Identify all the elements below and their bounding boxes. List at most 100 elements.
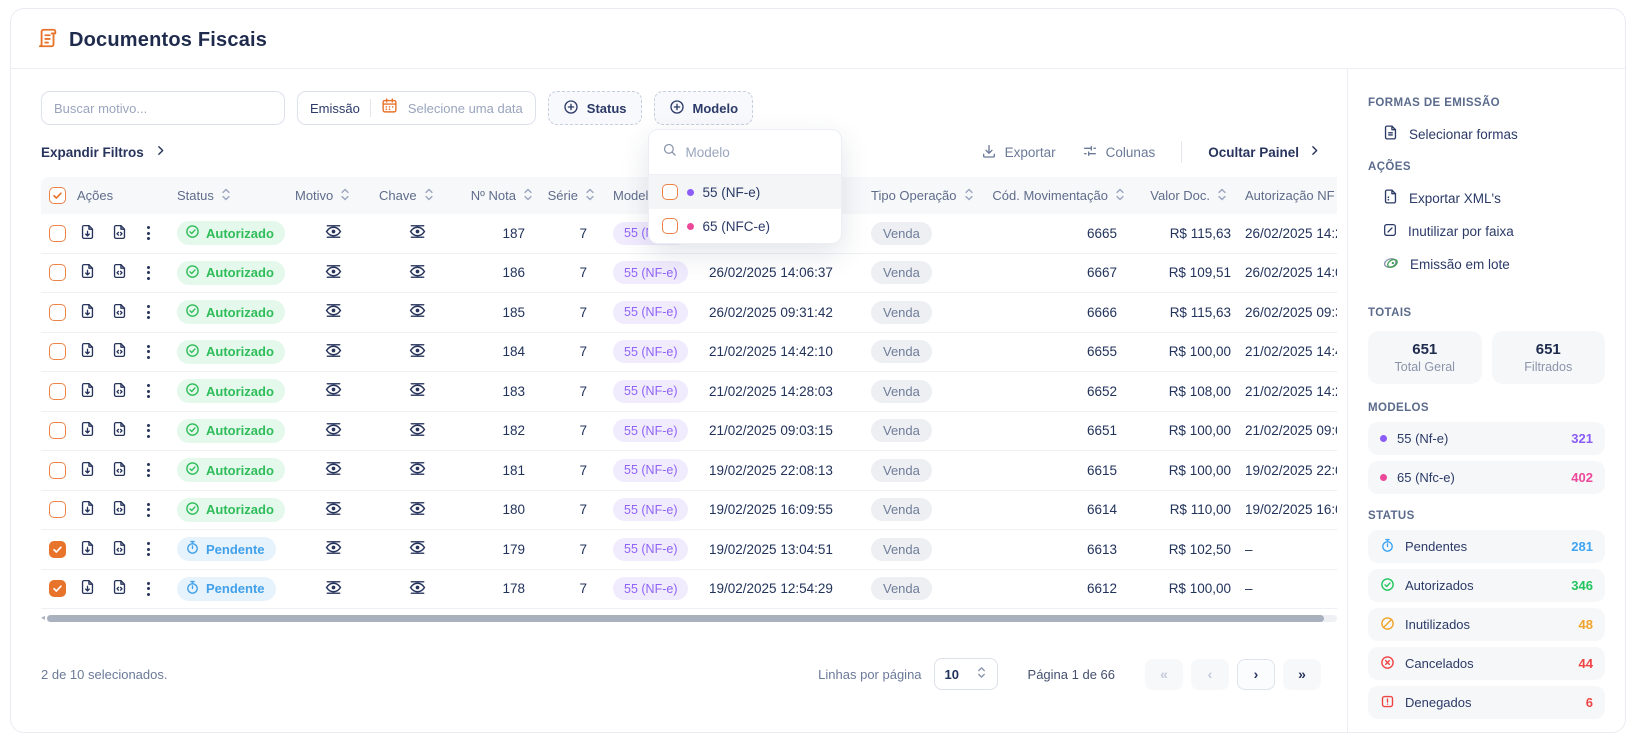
sort-icon[interactable]	[1115, 187, 1125, 205]
first-page-button[interactable]: «	[1145, 659, 1183, 690]
download-xml-icon[interactable]	[111, 539, 128, 560]
next-page-button[interactable]: ›	[1237, 659, 1275, 690]
option-checkbox[interactable]	[662, 184, 678, 200]
column-header-s-rie[interactable]: Série	[547, 187, 609, 205]
view-motivo-icon[interactable]	[324, 342, 343, 362]
download-xml-icon[interactable]	[111, 381, 128, 402]
sort-icon[interactable]	[585, 187, 595, 205]
batch-emission-button[interactable]: Emissão em lote	[1368, 248, 1605, 281]
search-motivo-field[interactable]	[54, 101, 272, 116]
emission-date-filter[interactable]: Emissão Selecione uma data	[297, 91, 536, 125]
select-all-checkbox[interactable]	[49, 187, 66, 204]
row-menu-icon[interactable]	[143, 540, 154, 558]
rows-per-page-select[interactable]: 10	[934, 658, 998, 690]
export-button[interactable]: Exportar	[981, 143, 1056, 162]
download-xml-icon[interactable]	[111, 578, 128, 599]
sort-icon[interactable]	[964, 187, 974, 205]
download-xml-icon[interactable]	[111, 302, 128, 323]
download-pdf-icon[interactable]	[79, 499, 96, 520]
search-motivo-input[interactable]	[41, 91, 285, 125]
row-checkbox[interactable]	[49, 304, 66, 321]
row-menu-icon[interactable]	[143, 501, 154, 519]
view-chave-icon[interactable]	[408, 263, 427, 283]
last-page-button[interactable]: »	[1283, 659, 1321, 690]
row-checkbox[interactable]	[49, 462, 66, 479]
row-checkbox[interactable]	[49, 383, 66, 400]
expand-filters-link[interactable]: Expandir Filtros	[41, 144, 167, 160]
row-checkbox[interactable]	[49, 264, 66, 281]
select-emission-forms-button[interactable]: Selecionar formas	[1368, 117, 1605, 151]
columns-button[interactable]: Colunas	[1082, 143, 1156, 162]
row-menu-icon[interactable]	[143, 343, 154, 361]
previous-page-button[interactable]: ‹	[1191, 659, 1229, 690]
sort-icon[interactable]	[523, 187, 533, 205]
view-chave-icon[interactable]	[408, 381, 427, 401]
row-checkbox[interactable]	[49, 541, 66, 558]
download-pdf-icon[interactable]	[79, 420, 96, 441]
status-count-row[interactable]: Pendentes281	[1368, 530, 1605, 563]
row-menu-icon[interactable]	[143, 422, 154, 440]
column-header-motivo[interactable]: Motivo	[291, 187, 375, 205]
column-header-n-nota[interactable]: Nº Nota	[459, 187, 547, 205]
row-menu-icon[interactable]	[143, 224, 154, 242]
download-pdf-icon[interactable]	[79, 381, 96, 402]
download-pdf-icon[interactable]	[79, 578, 96, 599]
download-pdf-icon[interactable]	[79, 262, 96, 283]
view-motivo-icon[interactable]	[324, 302, 343, 322]
row-checkbox[interactable]	[49, 422, 66, 439]
export-xmls-button[interactable]: Exportar XML's	[1368, 181, 1605, 215]
download-xml-icon[interactable]	[111, 460, 128, 481]
sort-icon[interactable]	[1217, 187, 1227, 205]
view-motivo-icon[interactable]	[324, 421, 343, 441]
view-motivo-icon[interactable]	[324, 223, 343, 243]
view-motivo-icon[interactable]	[324, 381, 343, 401]
status-count-row[interactable]: Cancelados44	[1368, 647, 1605, 680]
view-chave-icon[interactable]	[408, 302, 427, 322]
modelo-option-2[interactable]: 65 (NFC-e)	[649, 209, 841, 243]
scrollbar-thumb[interactable]	[47, 615, 1324, 622]
download-xml-icon[interactable]	[111, 499, 128, 520]
row-checkbox[interactable]	[49, 343, 66, 360]
status-count-row[interactable]: Autorizados346	[1368, 569, 1605, 602]
sort-icon[interactable]	[424, 187, 434, 205]
view-motivo-icon[interactable]	[324, 539, 343, 559]
modelo-option-1[interactable]: 55 (NF-e)	[649, 175, 841, 209]
download-xml-icon[interactable]	[111, 262, 128, 283]
download-xml-icon[interactable]	[111, 223, 128, 244]
view-chave-icon[interactable]	[408, 460, 427, 480]
view-motivo-icon[interactable]	[324, 263, 343, 283]
view-chave-icon[interactable]	[408, 421, 427, 441]
view-chave-icon[interactable]	[408, 223, 427, 243]
invalidate-range-button[interactable]: Inutilizar por faixa	[1368, 215, 1605, 248]
row-checkbox[interactable]	[49, 580, 66, 597]
view-motivo-icon[interactable]	[324, 579, 343, 599]
modelo-dropdown-search-field[interactable]	[686, 145, 828, 160]
row-menu-icon[interactable]	[143, 382, 154, 400]
column-header-status[interactable]: Status	[173, 187, 291, 205]
option-checkbox[interactable]	[662, 218, 678, 234]
sort-icon[interactable]	[221, 187, 231, 205]
download-pdf-icon[interactable]	[79, 341, 96, 362]
row-menu-icon[interactable]	[143, 264, 154, 282]
hide-panel-button[interactable]: Ocultar Painel	[1208, 144, 1321, 160]
row-menu-icon[interactable]	[143, 461, 154, 479]
row-menu-icon[interactable]	[143, 303, 154, 321]
view-chave-icon[interactable]	[408, 342, 427, 362]
model-count-row[interactable]: 65 (Nfc-e)402	[1368, 461, 1605, 494]
row-checkbox[interactable]	[49, 225, 66, 242]
download-xml-icon[interactable]	[111, 341, 128, 362]
row-menu-icon[interactable]	[143, 580, 154, 598]
view-motivo-icon[interactable]	[324, 460, 343, 480]
modelo-dropdown-search[interactable]	[649, 130, 841, 174]
view-motivo-icon[interactable]	[324, 500, 343, 520]
download-pdf-icon[interactable]	[79, 460, 96, 481]
row-checkbox[interactable]	[49, 501, 66, 518]
column-header-valor-doc-[interactable]: Valor Doc.	[1139, 187, 1241, 205]
view-chave-icon[interactable]	[408, 579, 427, 599]
download-pdf-icon[interactable]	[79, 539, 96, 560]
download-pdf-icon[interactable]	[79, 223, 96, 244]
download-pdf-icon[interactable]	[79, 302, 96, 323]
horizontal-scrollbar[interactable]: ◂	[41, 614, 1337, 622]
status-count-row[interactable]: Inutilizados48	[1368, 608, 1605, 641]
modelo-filter-button[interactable]: Modelo	[654, 91, 754, 125]
